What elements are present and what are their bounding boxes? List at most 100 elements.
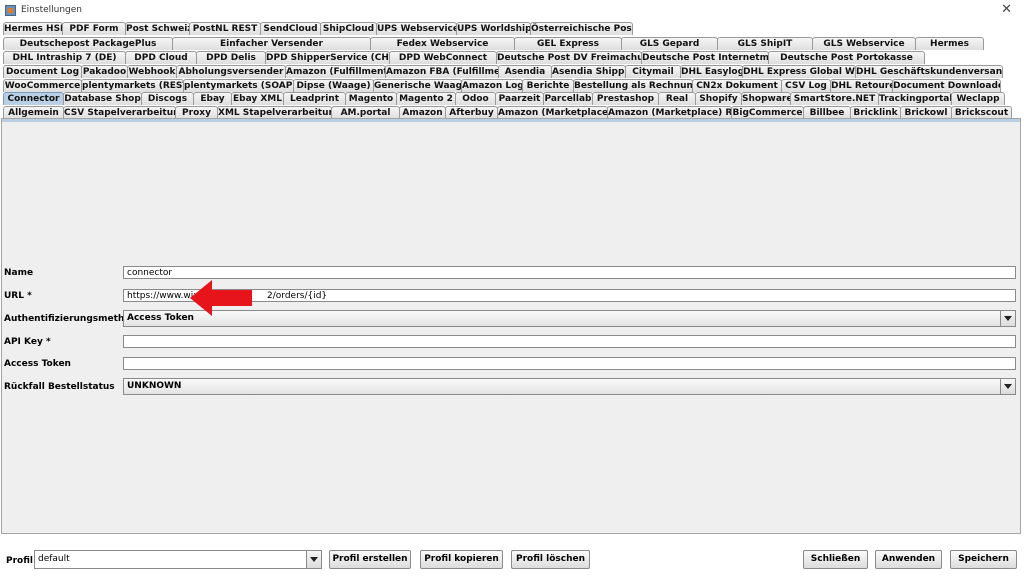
tab-dipse-waage[interactable]: Dipse (Waage) <box>293 79 374 92</box>
tab-shopware[interactable]: Shopware <box>741 92 791 105</box>
tab-dhl-express-global-ws[interactable]: DHL Express Global WS <box>742 65 856 78</box>
tab-row: Deutschepost PackagePlus Einfacher Versen… <box>3 37 1021 50</box>
tab-abholungsversender[interactable]: Abholungsversender <box>176 65 286 78</box>
red-arrow-icon <box>190 280 252 316</box>
fallback-status-select[interactable]: UNKNOWN <box>123 378 1016 395</box>
fallback-status-value: UNKNOWN <box>127 381 182 391</box>
tab-trackingportal[interactable]: Trackingportal <box>878 92 952 105</box>
apply-button[interactable]: Anwenden <box>875 550 942 569</box>
tab-smartstore-net[interactable]: SmartStore.NET <box>790 92 879 105</box>
tab-paarzeit[interactable]: Paarzeit <box>495 92 544 105</box>
tab-generische-waage[interactable]: Generische Waage <box>373 79 462 92</box>
tab-gls-shipit[interactable]: GLS ShipIT <box>717 37 813 50</box>
settings-tab-strip: Hermes HSI PDF Form Post Schweiz PostNL RES… <box>3 22 1021 119</box>
tab-odoo[interactable]: Odoo <box>455 92 496 105</box>
chevron-down-icon[interactable] <box>1000 379 1015 394</box>
tab-gel-express[interactable]: GEL Express <box>514 37 622 50</box>
tab-document-log[interactable]: Document Log <box>3 65 82 78</box>
tab-magento[interactable]: Magento <box>345 92 397 105</box>
close-button[interactable]: Schließen <box>803 550 868 569</box>
tab-dpd-webconnect[interactable]: DPD WebConnect <box>389 51 497 64</box>
auth-method-select[interactable]: Access Token <box>123 310 1016 327</box>
tab-document-downloader[interactable]: Document Downloader <box>892 79 1001 92</box>
tab-row: Hermes HSI PDF Form Post Schweiz PostNL RES… <box>3 22 1021 35</box>
api-key-label: API Key * <box>4 337 51 347</box>
tab-real[interactable]: Real <box>658 92 696 105</box>
url-label: URL * <box>4 291 32 301</box>
tab-asendia[interactable]: Asendia <box>498 65 552 78</box>
close-icon[interactable]: ✕ <box>1001 2 1012 18</box>
tab-amazon-fba-fulfillment[interactable]: Amazon FBA (Fulfillment) <box>385 65 499 78</box>
tab-amazon-fulfillment[interactable]: Amazon (Fulfillment) <box>285 65 386 78</box>
tab-fedex-webservice[interactable]: Fedex Webservice <box>370 37 515 50</box>
chevron-down-icon[interactable] <box>1000 311 1015 326</box>
profile-label: Profil <box>6 556 33 566</box>
tab-webhook[interactable]: Webhook <box>127 65 177 78</box>
tab-gls-webservice[interactable]: GLS Webservice <box>812 37 916 50</box>
tab-deutsche-post-portokasse[interactable]: Deutsche Post Portokasse <box>768 51 925 64</box>
tab-discogs[interactable]: Discogs <box>141 92 194 105</box>
tab-asendia-shipping[interactable]: Asendia Shipping <box>551 65 626 78</box>
tab-dhl-easylog[interactable]: DHL Easylog <box>680 65 743 78</box>
tab-post-schweiz[interactable]: Post Schweiz <box>125 22 190 35</box>
tab-dpd-shipperservice-ch[interactable]: DPD ShipperService (CH) <box>265 51 390 64</box>
tab-ups-webservice[interactable]: UPS Webservice <box>376 22 457 35</box>
tab-dpd-delis[interactable]: DPD Delis <box>196 51 266 64</box>
tab-hermes[interactable]: Hermes <box>915 37 984 50</box>
tab-weclapp[interactable]: Weclapp <box>951 92 1005 105</box>
name-input[interactable] <box>123 266 1016 279</box>
tab-dhl-retoure[interactable]: DHL Retoure <box>830 79 893 92</box>
tab-shipcloud[interactable]: ShipCloud <box>320 22 377 35</box>
tab-bestellung-als-rechnung[interactable]: Bestellung als Rechnung <box>573 79 693 92</box>
tab-pakadoo[interactable]: Pakadoo <box>81 65 128 78</box>
tab-magento-2[interactable]: Magento 2 <box>396 92 456 105</box>
tab-dhl-intraship-7-de[interactable]: DHL Intraship 7 (DE) <box>3 51 126 64</box>
chevron-down-icon[interactable] <box>306 551 321 568</box>
api-key-input[interactable] <box>123 335 1016 348</box>
tab-postnl-rest[interactable]: PostNL REST <box>189 22 261 35</box>
access-token-input[interactable] <box>123 357 1016 370</box>
tab-prestashop[interactable]: Prestashop <box>592 92 659 105</box>
tab-plentymarkets-soap[interactable]: plentymarkets (SOAP) <box>183 79 294 92</box>
tab-österreichische-post[interactable]: Österreichische Post <box>530 22 633 35</box>
tab-berichte[interactable]: Berichte <box>522 79 574 92</box>
tab-sendcloud[interactable]: SendCloud <box>260 22 321 35</box>
delete-profile-button[interactable]: Profil löschen <box>511 550 590 569</box>
tab-ebay[interactable]: Ebay <box>193 92 232 105</box>
tab-dhl-geschäftskundenversand[interactable]: DHL Geschäftskundenversand <box>855 65 1003 78</box>
tab-ebay-xml[interactable]: Ebay XML <box>231 92 284 105</box>
tab-deutschepost-packageplus[interactable]: Deutschepost PackagePlus <box>3 37 173 50</box>
tab-dpd-cloud[interactable]: DPD Cloud <box>125 51 197 64</box>
tab-pdf-form[interactable]: PDF Form <box>62 22 126 35</box>
tab-ups-worldship[interactable]: UPS Worldship <box>456 22 531 35</box>
tab-shopify[interactable]: Shopify <box>695 92 742 105</box>
tab-gls-gepard[interactable]: GLS Gepard <box>621 37 718 50</box>
profile-select[interactable]: default <box>34 550 322 569</box>
url-input[interactable] <box>123 289 1016 302</box>
tab-row: Connector Database Shop Discogs Ebay Ebay XM… <box>3 92 1021 105</box>
title-bar: Einstellungen ✕ <box>0 0 1024 22</box>
tab-csv-log[interactable]: CSV Log <box>781 79 831 92</box>
tab-cn2x-dokument[interactable]: CN2x Dokument <box>692 79 782 92</box>
name-label: Name <box>4 268 34 278</box>
tab-parcellab[interactable]: Parcellab <box>543 92 593 105</box>
tab-amazon-log[interactable]: Amazon Log <box>461 79 523 92</box>
tab-deutsche-post-dv-freimachung[interactable]: Deutsche Post DV Freimachung <box>496 51 642 64</box>
tab-hermes-hsi[interactable]: Hermes HSI <box>3 22 63 35</box>
tab-leadprint[interactable]: Leadprint <box>283 92 346 105</box>
save-button[interactable]: Speichern <box>950 550 1017 569</box>
tab-row: Document Log Pakadoo Webhook Abholungsverse… <box>3 65 1021 78</box>
window-title: Einstellungen <box>21 5 83 15</box>
tab-database-shop[interactable]: Database Shop <box>63 92 142 105</box>
tab-citymail[interactable]: Citymail <box>625 65 681 78</box>
tab-connector[interactable]: Connector <box>3 92 64 105</box>
tab-woocommerce[interactable]: WooCommerce <box>3 79 82 92</box>
tab-row: WooCommerce plentymarkets (REST) plentymar… <box>3 79 1021 92</box>
tab-einfacher-versender[interactable]: Einfacher Versender <box>172 37 371 50</box>
tab-plentymarkets-rest[interactable]: plentymarkets (REST) <box>81 79 184 92</box>
tab-deutsche-post-internetmarke[interactable]: Deutsche Post Internetmarke <box>641 51 769 64</box>
copy-profile-button[interactable]: Profil kopieren <box>420 550 503 569</box>
tab-row: DHL Intraship 7 (DE) DPD Cloud DPD Delis DP… <box>3 51 1021 64</box>
create-profile-button[interactable]: Profil erstellen <box>329 550 411 569</box>
auth-method-value: Access Token <box>127 313 194 323</box>
